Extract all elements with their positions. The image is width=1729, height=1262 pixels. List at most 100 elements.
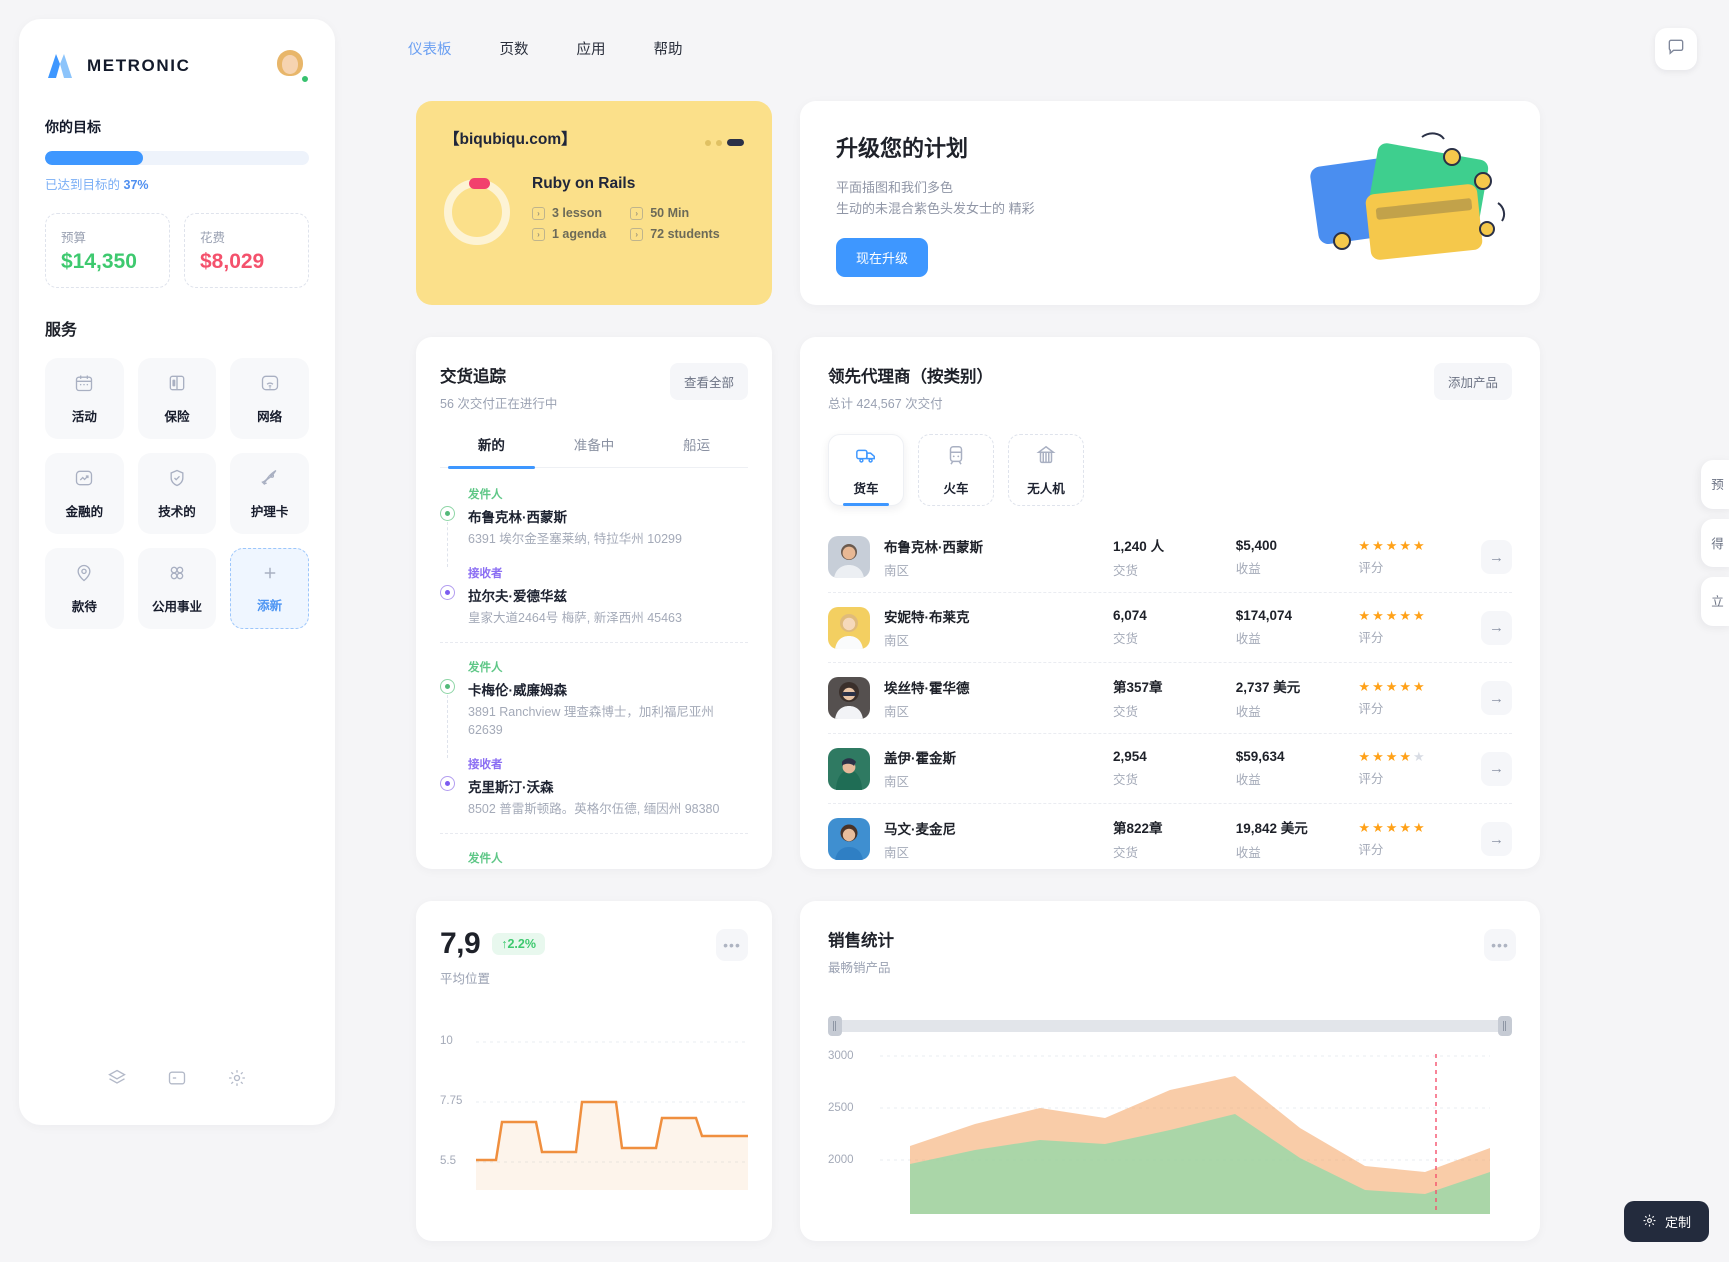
- rail-item[interactable]: 预: [1701, 460, 1729, 509]
- row-arrow-button[interactable]: →: [1481, 681, 1512, 715]
- average-position-card: 7,9 ↑2.2% 平均位置 ••• 10 7.75 5.5: [416, 901, 772, 1241]
- receiver-dot: [440, 565, 456, 628]
- service-tile-hospitality[interactable]: 款待: [45, 548, 124, 629]
- agent-rating-label: 评分: [1358, 701, 1384, 716]
- delivery-sender-row: 发件人 布鲁克林·西蒙斯 6391 埃尔金圣塞莱纳, 特拉华州 10299: [440, 486, 748, 567]
- y-tick-label: 2500: [828, 1102, 854, 1114]
- rail-item[interactable]: 得: [1701, 518, 1729, 567]
- agent-region: 南区: [884, 563, 910, 578]
- train-icon: [945, 444, 967, 471]
- avatar[interactable]: [271, 36, 310, 85]
- arrow-right-icon: →: [1489, 689, 1505, 707]
- agent-name: 布鲁克林·西蒙斯: [884, 539, 983, 555]
- agent-revenue-value: $174,074: [1235, 608, 1293, 623]
- service-tile-technical[interactable]: 技术的: [137, 453, 217, 534]
- service-tile-insurance[interactable]: 保险: [137, 358, 217, 439]
- y-tick-label: 3000: [828, 1050, 854, 1062]
- agent-revenue-label: 收益: [1235, 846, 1261, 860]
- service-tile-carecard[interactable]: 护理卡: [230, 453, 309, 534]
- tab-new[interactable]: 新的: [440, 434, 543, 469]
- avatar: [828, 536, 870, 578]
- delivery-timeline: 发件人 布鲁克林·西蒙斯 6391 埃尔金圣塞莱纳, 特拉华州 10299 接收…: [440, 486, 748, 869]
- kpi-group: 预算 $14,350 花费 $8,029: [45, 213, 309, 288]
- nav-item-apps[interactable]: 应用: [569, 34, 614, 63]
- sales-title: 销售统计: [828, 932, 894, 950]
- sender-name: 卡梅伦·威廉姆森: [468, 682, 567, 698]
- category-train[interactable]: 火车: [918, 434, 994, 506]
- agent-region: 南区: [884, 634, 910, 648]
- category-truck[interactable]: 货车: [828, 434, 904, 506]
- range-slider[interactable]: [828, 1016, 1512, 1036]
- nav-item-pages[interactable]: 页数: [492, 34, 537, 63]
- view-all-button[interactable]: 查看全部: [669, 363, 748, 400]
- receiver-label: 接收者: [468, 759, 503, 771]
- agent-delivery-label: 交货: [1113, 773, 1139, 787]
- ellipsis-icon[interactable]: •••: [1484, 929, 1516, 961]
- sender-label: 发件人: [468, 489, 503, 501]
- category-drone[interactable]: 无人机: [1008, 434, 1084, 506]
- kpi-spent: 花费 $8,029: [184, 213, 309, 288]
- table-row[interactable]: 安妮特·布莱克 南区 6,074 交货 $174,074 收益 ★ ★ ★ ★ ★ 评分…: [828, 593, 1512, 663]
- delivery-group: 发件人 阿尔伯特·弗洛雷斯: [440, 850, 748, 869]
- right-rail: 预 得 立: [1701, 460, 1729, 636]
- agent-region: 南区: [884, 775, 910, 789]
- nav-item-help[interactable]: 帮助: [646, 34, 691, 63]
- row-arrow-button[interactable]: →: [1481, 822, 1512, 856]
- chat-button[interactable]: [1655, 28, 1697, 70]
- category-tabs: 货车 火车 无人机: [828, 434, 1512, 506]
- add-product-button[interactable]: 添加产品: [1433, 363, 1512, 400]
- layers-icon[interactable]: [107, 1068, 127, 1093]
- tab-preparing[interactable]: 准备中: [543, 434, 646, 467]
- table-row[interactable]: 马文·麦金尼 南区 第822章 交货 19,842 美元 收益 ★ ★ ★ ★ ★ 评分…: [828, 804, 1512, 869]
- service-tile-utilities[interactable]: 公用事业: [137, 548, 217, 629]
- table-row[interactable]: 布鲁克林·西蒙斯 南区 1,240 人 交货 $5,400 收益 ★ ★ ★ ★ ★ 评…: [828, 522, 1512, 593]
- sales-subtitle: 最畅销产品: [828, 961, 891, 975]
- brand-name: METRONIC: [87, 56, 191, 75]
- slider-handle-left[interactable]: [828, 1016, 842, 1036]
- promo-meta-item: › 72 students: [630, 227, 720, 241]
- agent-name: 盖伊·霍金斯: [884, 751, 956, 766]
- row-arrow-button[interactable]: →: [1481, 751, 1512, 786]
- online-status-dot: [300, 74, 310, 84]
- rating-stars: ★ ★ ★ ★ ★: [1358, 537, 1425, 553]
- agent-revenue-value: 2,737 美元: [1235, 680, 1301, 695]
- service-tile-activity[interactable]: 活动: [45, 358, 124, 439]
- goal-caption-value: 37%: [123, 178, 149, 192]
- delivery-tracking-card: 交货追踪 56 次交付正在进行中 查看全部 新的 准备中 船运 发件人 布鲁克林…: [416, 337, 772, 869]
- agent-name: 马文·麦金尼: [884, 821, 956, 837]
- table-row[interactable]: 埃丝特·霍华德 南区 第357章 交货 2,737 美元 收益 ★ ★ ★ ★ ★ 评分…: [828, 663, 1512, 734]
- promo-meta-list: › 3 lesson › 50 Min › 1 agenda › 72 students: [532, 206, 720, 241]
- service-label: 金融的: [65, 504, 104, 519]
- slider-handle-right[interactable]: [1498, 1016, 1512, 1036]
- goal-progress-fill: [45, 151, 143, 165]
- promo-meta-item: › 1 agenda: [532, 227, 606, 241]
- customize-button[interactable]: 定制: [1623, 1201, 1709, 1242]
- kpi-spent-label: 花费: [200, 231, 226, 245]
- service-tile-add-new[interactable]: 添新: [230, 548, 309, 629]
- row-arrow-button[interactable]: →: [1481, 610, 1512, 645]
- goal-caption-text: 已达到目标的: [45, 178, 121, 192]
- agent-delivery-value: 第822章: [1113, 821, 1163, 836]
- service-tile-financial[interactable]: 金融的: [45, 453, 124, 534]
- metronic-logo-icon: [45, 52, 75, 80]
- upgrade-now-button[interactable]: 现在升级: [836, 237, 929, 277]
- gear-icon[interactable]: [227, 1068, 247, 1093]
- leading-subtitle: 总计 424,567 次交付: [828, 397, 943, 411]
- promo-pagination[interactable]: [705, 139, 744, 146]
- agent-name: 安妮特·布莱克: [884, 610, 970, 625]
- tab-shipping[interactable]: 船运: [645, 434, 748, 467]
- rail-item[interactable]: 立: [1701, 577, 1729, 626]
- note-icon[interactable]: [167, 1068, 187, 1093]
- avatar: [828, 606, 870, 649]
- row-arrow-button[interactable]: →: [1481, 540, 1512, 574]
- ellipsis-icon[interactable]: •••: [716, 929, 748, 961]
- rating-stars: ★ ★ ★ ★ ★: [1358, 608, 1425, 623]
- brand[interactable]: METRONIC: [45, 52, 190, 80]
- receiver-address: 皇家大道2464号 梅萨, 新泽西州 45463: [468, 610, 682, 625]
- service-label: 款待: [71, 599, 97, 614]
- service-tile-network[interactable]: 网络: [230, 358, 309, 439]
- rating-stars: ★ ★ ★ ★ ★: [1358, 819, 1425, 835]
- table-row[interactable]: 盖伊·霍金斯 南区 2,954 交货 $59,634 收益 ★ ★ ★ ★ ★ 评分 →: [828, 734, 1512, 804]
- nav-item-dashboard[interactable]: 仪表板: [400, 34, 460, 63]
- kpi-budget-label: 预算: [61, 231, 87, 245]
